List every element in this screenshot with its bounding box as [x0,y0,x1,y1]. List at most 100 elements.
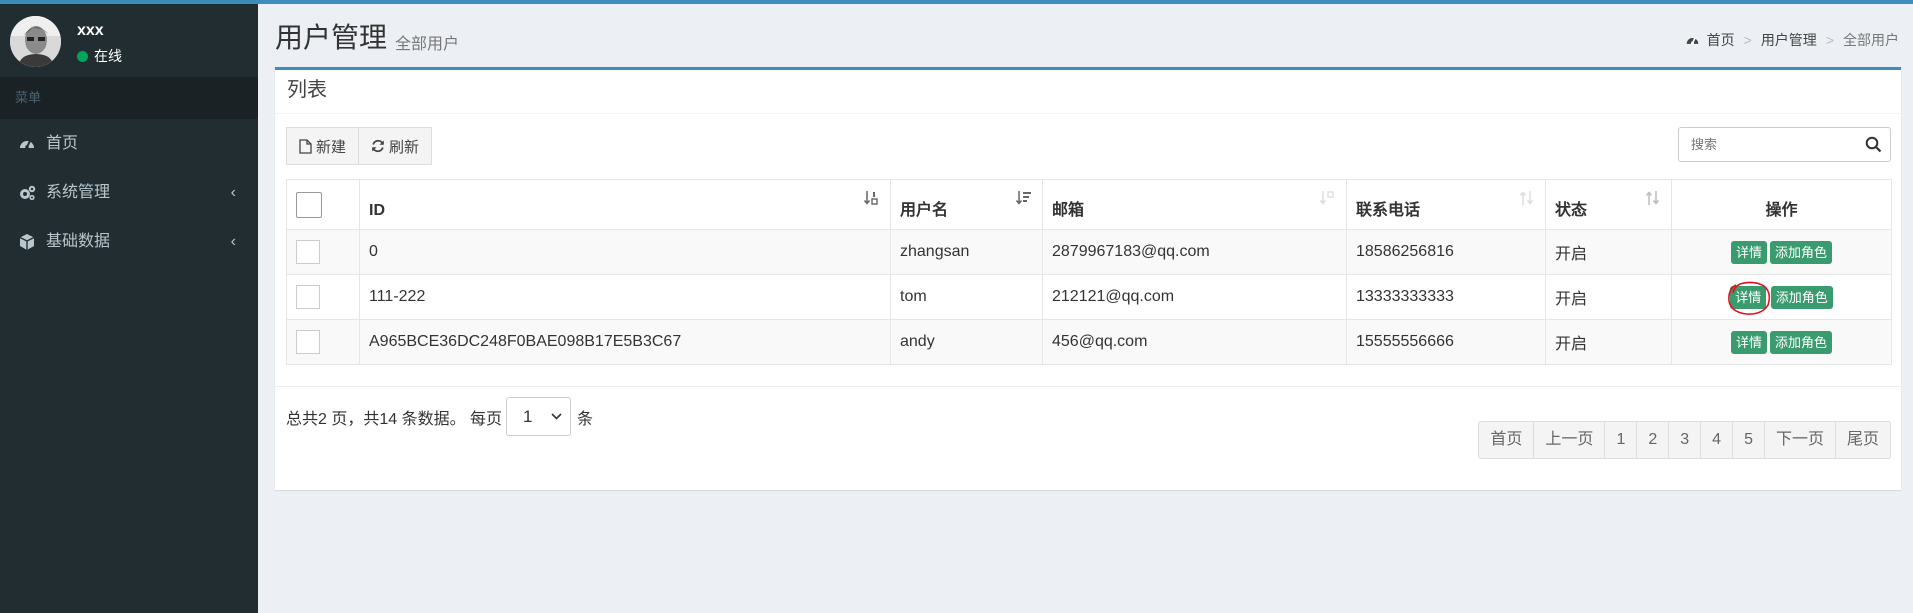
cell-phone: 13333333333 [1346,274,1546,320]
column-label: 状态 [1555,202,1588,219]
list-box: 列表 新建 刷新 搜索 ID 用户名 邮箱 联系电话 状态 操作 0 zhang… [275,67,1901,490]
dashboard-icon [1686,37,1698,44]
column-label: 用户名 [900,202,949,219]
column-header-actions: 操作 [1671,179,1892,230]
page-next-button[interactable]: 下一页 [1764,421,1836,459]
cell-phone: 15555556666 [1346,319,1546,365]
cell-username: tom [890,274,1043,320]
detail-button[interactable]: 详情 [1730,285,1767,309]
breadcrumb-separator: > [1743,32,1752,48]
online-status: 在线 [77,46,122,66]
sidebar: xxx 在线 菜单 首页 系统管理 ‹ 基础数据 ‹ [0,4,258,613]
table-row: 111-222 tom 212121@qq.com 13333333333 开启… [286,274,1892,320]
circled-detail-wrapper: 详情 [1728,281,1771,316]
row-checkbox[interactable] [296,330,320,354]
dashboard-icon [20,140,34,149]
column-header-phone[interactable]: 联系电话 [1346,179,1546,230]
page-prev-button[interactable]: 上一页 [1534,421,1606,459]
column-header-email[interactable]: 邮箱 [1042,179,1347,230]
divider [275,386,1901,387]
page-2-button[interactable]: 2 [1637,421,1670,459]
user-table: ID 用户名 邮箱 联系电话 状态 操作 0 zhangsan 28799671… [286,179,1892,365]
column-header-username[interactable]: 用户名 [890,179,1043,230]
column-label: ID [369,202,385,219]
breadcrumb-current: 全部用户 [1843,32,1899,48]
column-label: 操作 [1765,202,1798,219]
search-box [1678,127,1891,162]
select-all-checkbox[interactable] [296,191,322,218]
table-row: 0 zhangsan 2879967183@qq.com 18586256816… [286,229,1892,275]
cell-id: 111-222 [359,274,891,320]
cell-username: andy [890,319,1043,365]
sort-icon [1519,191,1534,205]
cell-id: 0 [359,229,891,275]
sidebar-item-label: 首页 [46,135,79,152]
new-button[interactable]: 新建 [286,127,360,165]
cell-status: 开启 [1545,229,1672,275]
pagination: 首页 上一页 1 2 3 4 5 下一页 尾页 [1478,421,1891,459]
breadcrumb-home[interactable]: 首页 [1707,30,1735,50]
detail-button[interactable]: 详情 [1730,240,1767,264]
column-header-id[interactable]: ID [359,179,891,230]
page-3-button[interactable]: 3 [1669,421,1702,459]
page-size-select[interactable]: 1 [506,397,572,436]
page-4-button[interactable]: 4 [1701,421,1734,459]
refresh-button[interactable]: 刷新 [359,127,433,165]
pagination-summary-text: 总共2 页，共14 条数据。 每页 [286,410,503,428]
sidebar-item-label: 系统管理 [46,184,111,201]
search-icon[interactable] [1865,136,1882,153]
cell-email: 456@qq.com [1042,319,1347,365]
cell-status: 开启 [1545,274,1672,320]
column-label: 联系电话 [1356,202,1421,219]
column-header-status[interactable]: 状态 [1545,179,1672,230]
cell-actions: 详情 添加角色 [1671,319,1892,365]
sidebar-item-label: 基础数据 [46,233,111,250]
refresh-button-label: 刷新 [389,138,420,156]
column-label: 邮箱 [1052,202,1085,219]
breadcrumb: 首页 > 用户管理 > 全部用户 [1685,30,1899,50]
breadcrumb-user-management[interactable]: 用户管理 [1761,30,1817,50]
page-title: 用户管理 [275,22,388,53]
add-role-button[interactable]: 添加角色 [1770,330,1833,354]
pagination-summary: 总共2 页，共14 条数据。 每页 1 条 [286,397,593,436]
page-size-unit: 条 [577,410,594,428]
chevron-left-icon: ‹ [230,233,236,250]
page-subtitle: 全部用户 [395,36,460,53]
breadcrumb-separator: > [1825,32,1834,48]
menu-header: 菜单 [0,77,258,119]
cell-phone: 18586256816 [1346,229,1546,275]
chevron-left-icon: ‹ [230,184,236,201]
sort-numeric-asc-icon [864,191,878,205]
cell-username: zhangsan [890,229,1043,275]
box-title: 列表 [275,70,1901,114]
sidebar-item-home[interactable]: 首页 [0,119,258,168]
toolbar: 新建 刷新 [286,127,433,165]
row-select-cell [286,229,360,275]
file-icon [299,138,312,154]
select-all-cell [286,179,360,230]
detail-button[interactable]: 详情 [1730,330,1767,354]
row-select-cell [286,274,360,320]
page-first-button[interactable]: 首页 [1478,421,1535,459]
page-last-button[interactable]: 尾页 [1835,421,1891,459]
avatar[interactable] [10,16,61,67]
page-5-button[interactable]: 5 [1733,421,1765,459]
online-status-label: 在线 [94,48,122,64]
row-checkbox[interactable] [296,240,320,264]
cell-email: 212121@qq.com [1042,274,1347,320]
row-checkbox[interactable] [296,285,320,309]
add-role-button[interactable]: 添加角色 [1770,285,1833,309]
cell-id: A965BCE36DC248F0BAE098B17E5B3C67 [359,319,891,365]
cell-actions: 详情 添加角色 [1671,274,1892,320]
cell-status: 开启 [1545,319,1672,365]
page-1-button[interactable]: 1 [1605,421,1638,459]
add-role-button[interactable]: 添加角色 [1770,240,1833,264]
sidebar-item-system-management[interactable]: 系统管理 ‹ [0,168,258,217]
table-row: A965BCE36DC248F0BAE098B17E5B3C67 andy 45… [286,319,1892,365]
row-select-cell [286,319,360,365]
table-header-row: ID 用户名 邮箱 联系电话 状态 操作 [286,179,1892,230]
sidebar-item-basic-data[interactable]: 基础数据 ‹ [0,217,258,266]
sort-amount-desc-icon [1016,191,1031,205]
refresh-icon [372,139,384,153]
search-input[interactable] [1679,128,1849,161]
